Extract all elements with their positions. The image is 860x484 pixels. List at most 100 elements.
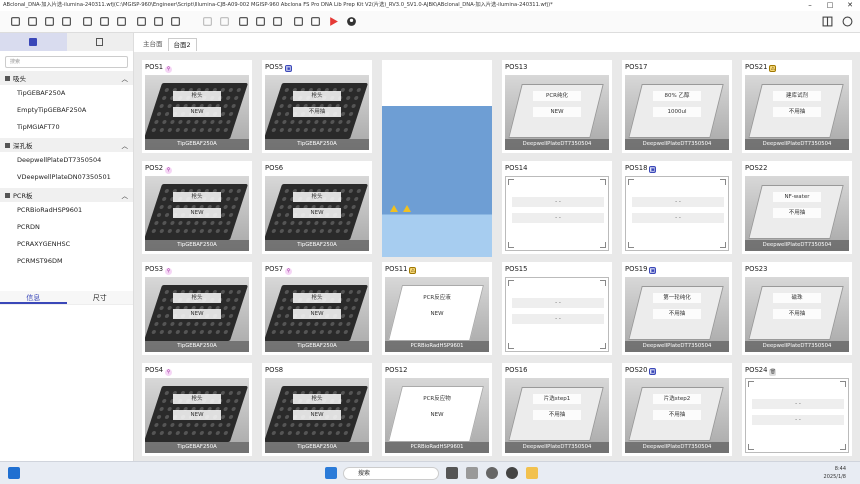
labware-image: 枪头 NEW TipGEBAF250A	[145, 277, 249, 352]
history-icon[interactable]	[61, 16, 72, 27]
position-label: POS13	[505, 63, 527, 71]
app-icon[interactable]	[506, 467, 518, 479]
group-header[interactable]: PCR板 ︿	[0, 188, 133, 202]
tab-main-deck[interactable]: 主台面	[138, 38, 168, 51]
deck-workspace: POS1 ⚲ 枪头 NEW TipGEBAF250A POS2 ⚲ 枪头 NEW TipGEBAF…	[134, 52, 860, 461]
open-icon[interactable]	[27, 16, 38, 27]
user-icon[interactable]	[346, 16, 357, 27]
settings-icon[interactable]	[310, 16, 321, 27]
target-icon[interactable]	[293, 16, 304, 27]
trough-liquid	[382, 106, 492, 257]
app-icon[interactable]	[466, 467, 478, 479]
position-id: POS21	[745, 63, 768, 71]
labware-type: DeepwellPlateDT7350504	[625, 139, 729, 150]
taskbar-search[interactable]: 搜索	[343, 467, 439, 480]
position-id: POS1	[145, 63, 164, 71]
group-header[interactable]: 深孔板 ︿	[0, 138, 133, 152]
deck-position-pos17[interactable]: POS17 80% 乙醇 1000ul DeepwellPlateDT7350504	[622, 60, 732, 153]
labware-type: DeepwellPlateDT7350504	[505, 442, 609, 453]
deck-position-pos16[interactable]: POS16 片选step1 不用抽 DeepwellPlateDT7350504	[502, 363, 612, 456]
folder-icon[interactable]	[116, 16, 127, 27]
new-icon[interactable]	[10, 16, 21, 27]
cut-icon[interactable]	[238, 16, 249, 27]
position-label: POS24 🗑	[745, 366, 777, 376]
slot-status: - -	[632, 213, 724, 223]
labware-item[interactable]: VDeepwellPlateDN07350501	[0, 169, 133, 186]
group-header[interactable]: 吸头 ︿	[0, 71, 133, 85]
start-icon[interactable]	[325, 467, 337, 479]
panel-icon[interactable]	[822, 16, 833, 27]
deck-position-pos1[interactable]: POS1 ⚲ 枪头 NEW TipGEBAF250A	[142, 60, 252, 153]
export-icon[interactable]	[99, 16, 110, 27]
print-preview-icon[interactable]	[153, 16, 164, 27]
labware-item[interactable]: TipGEBAF250A	[0, 85, 133, 102]
deck-position-pos18[interactable]: POS18 ▣ - - - -	[622, 161, 732, 254]
save-as-icon[interactable]	[82, 16, 93, 27]
widgets-icon[interactable]	[8, 467, 20, 479]
deck-position-pos14[interactable]: POS14 - - - -	[502, 161, 612, 254]
labware-item[interactable]: DeepwellPlateDT7350504	[0, 152, 133, 169]
redo-icon[interactable]	[219, 16, 230, 27]
reagent-name: 枪头	[293, 91, 341, 101]
deck-position-pos6[interactable]: POS6 枪头 NEW TipGEBAF250A	[262, 161, 372, 254]
deck-position-pos11[interactable]: POS11 ⚠ PCR反应液 NEW PCRBioRadHSP9601	[382, 262, 492, 355]
search-input[interactable]: 搜索	[5, 56, 128, 68]
import-icon[interactable]	[170, 16, 181, 27]
minimize-button[interactable]: –	[800, 0, 820, 11]
deck-position-pos7[interactable]: POS7 ⚲ 枪头 NEW TipGEBAF250A	[262, 262, 372, 355]
deck-position-pos19[interactable]: POS19 ▣ 第一轮纯化 不用抽 DeepwellPlateDT7350504	[622, 262, 732, 355]
deck-position-pos22[interactable]: POS22 NF-water 不用抽 DeepwellPlateDT7350504	[742, 161, 852, 254]
deck-position-pos20[interactable]: POS20 ▣ 片选step2 不用抽 DeepwellPlateDT7350504	[622, 363, 732, 456]
app-icon[interactable]	[486, 467, 498, 479]
deck-position-pos12[interactable]: POS12 PCR反应物 NEW PCRBioRadHSP9601	[382, 363, 492, 456]
position-label: POS11 ⚠	[385, 265, 417, 274]
tab-list[interactable]	[67, 33, 134, 51]
position-label: POS12	[385, 366, 407, 374]
close-button[interactable]: ✕	[840, 0, 860, 11]
tab-info[interactable]: 信息	[0, 291, 67, 304]
labware-item[interactable]: EmptyTipGEBAF250A	[0, 102, 133, 119]
deck-position-pos2[interactable]: POS2 ⚲ 枪头 NEW TipGEBAF250A	[142, 161, 252, 254]
labware-image: PCR纯化 NEW DeepwellPlateDT7350504	[505, 75, 609, 150]
deck-position-pos4[interactable]: POS4 ⚲ 枪头 NEW TipGEBAF250A	[142, 363, 252, 456]
labware-item[interactable]: PCRMST96DM	[0, 253, 133, 270]
labware-item[interactable]: PCRBioRadHSP9601	[0, 202, 133, 219]
undo-icon[interactable]	[202, 16, 213, 27]
reagent-name: 片选step2	[653, 394, 701, 404]
tab-size[interactable]: 尺寸	[67, 291, 134, 304]
save-icon[interactable]	[44, 16, 55, 27]
toolbar	[0, 11, 860, 33]
tab-labware[interactable]	[0, 33, 67, 51]
help-icon[interactable]	[842, 16, 853, 27]
waste-trough[interactable]	[382, 60, 492, 257]
labware-image: 枪头 NEW TipGEBAF250A	[265, 378, 369, 453]
tab-deck-2[interactable]: 台面2	[167, 38, 197, 51]
deck-position-pos13[interactable]: POS13 PCR纯化 NEW DeepwellPlateDT7350504	[502, 60, 612, 153]
copy-icon[interactable]	[255, 16, 266, 27]
deck-position-pos23[interactable]: POS23 磁珠 不用抽 DeepwellPlateDT7350504	[742, 262, 852, 355]
labware-item[interactable]: PCRDN	[0, 219, 133, 236]
print-icon[interactable]	[136, 16, 147, 27]
tip-badge-icon: ⚲	[165, 369, 173, 376]
position-label: POS1 ⚲	[145, 63, 173, 73]
maximize-button[interactable]: □	[820, 0, 840, 11]
labware-type: PCRBioRadHSP9601	[385, 341, 489, 352]
clock-time: 8:44	[834, 466, 846, 472]
deck-position-pos5[interactable]: POS5 ▣ 枪头 不用抽 TipGEBAF250A	[262, 60, 372, 153]
tip-badge-icon: ⚲	[165, 66, 173, 73]
group-icon	[5, 75, 10, 81]
deck-position-pos3[interactable]: POS3 ⚲ 枪头 NEW TipGEBAF250A	[142, 262, 252, 355]
delete-icon[interactable]	[272, 16, 283, 27]
deck-position-pos15[interactable]: POS15 - - - -	[502, 262, 612, 355]
labware-item[interactable]: PCRAXYGENHSC	[0, 236, 133, 253]
app-icon[interactable]	[446, 467, 458, 479]
labware-image: 建库试剂 不用抽 DeepwellPlateDT7350504	[745, 75, 849, 150]
plate-badge-icon: ▣	[285, 65, 293, 72]
labware-item[interactable]: TipMGIAFT70	[0, 119, 133, 136]
run-icon[interactable]	[328, 16, 339, 27]
deck-position-pos21[interactable]: POS21 ⚠ 建库试剂 不用抽 DeepwellPlateDT7350504	[742, 60, 852, 153]
folder-icon[interactable]	[526, 467, 538, 479]
plate-badge-icon: ▣	[649, 166, 657, 173]
deck-position-pos24[interactable]: POS24 🗑 - - - -	[742, 363, 852, 456]
deck-position-pos8[interactable]: POS8 枪头 NEW TipGEBAF250A	[262, 363, 372, 456]
